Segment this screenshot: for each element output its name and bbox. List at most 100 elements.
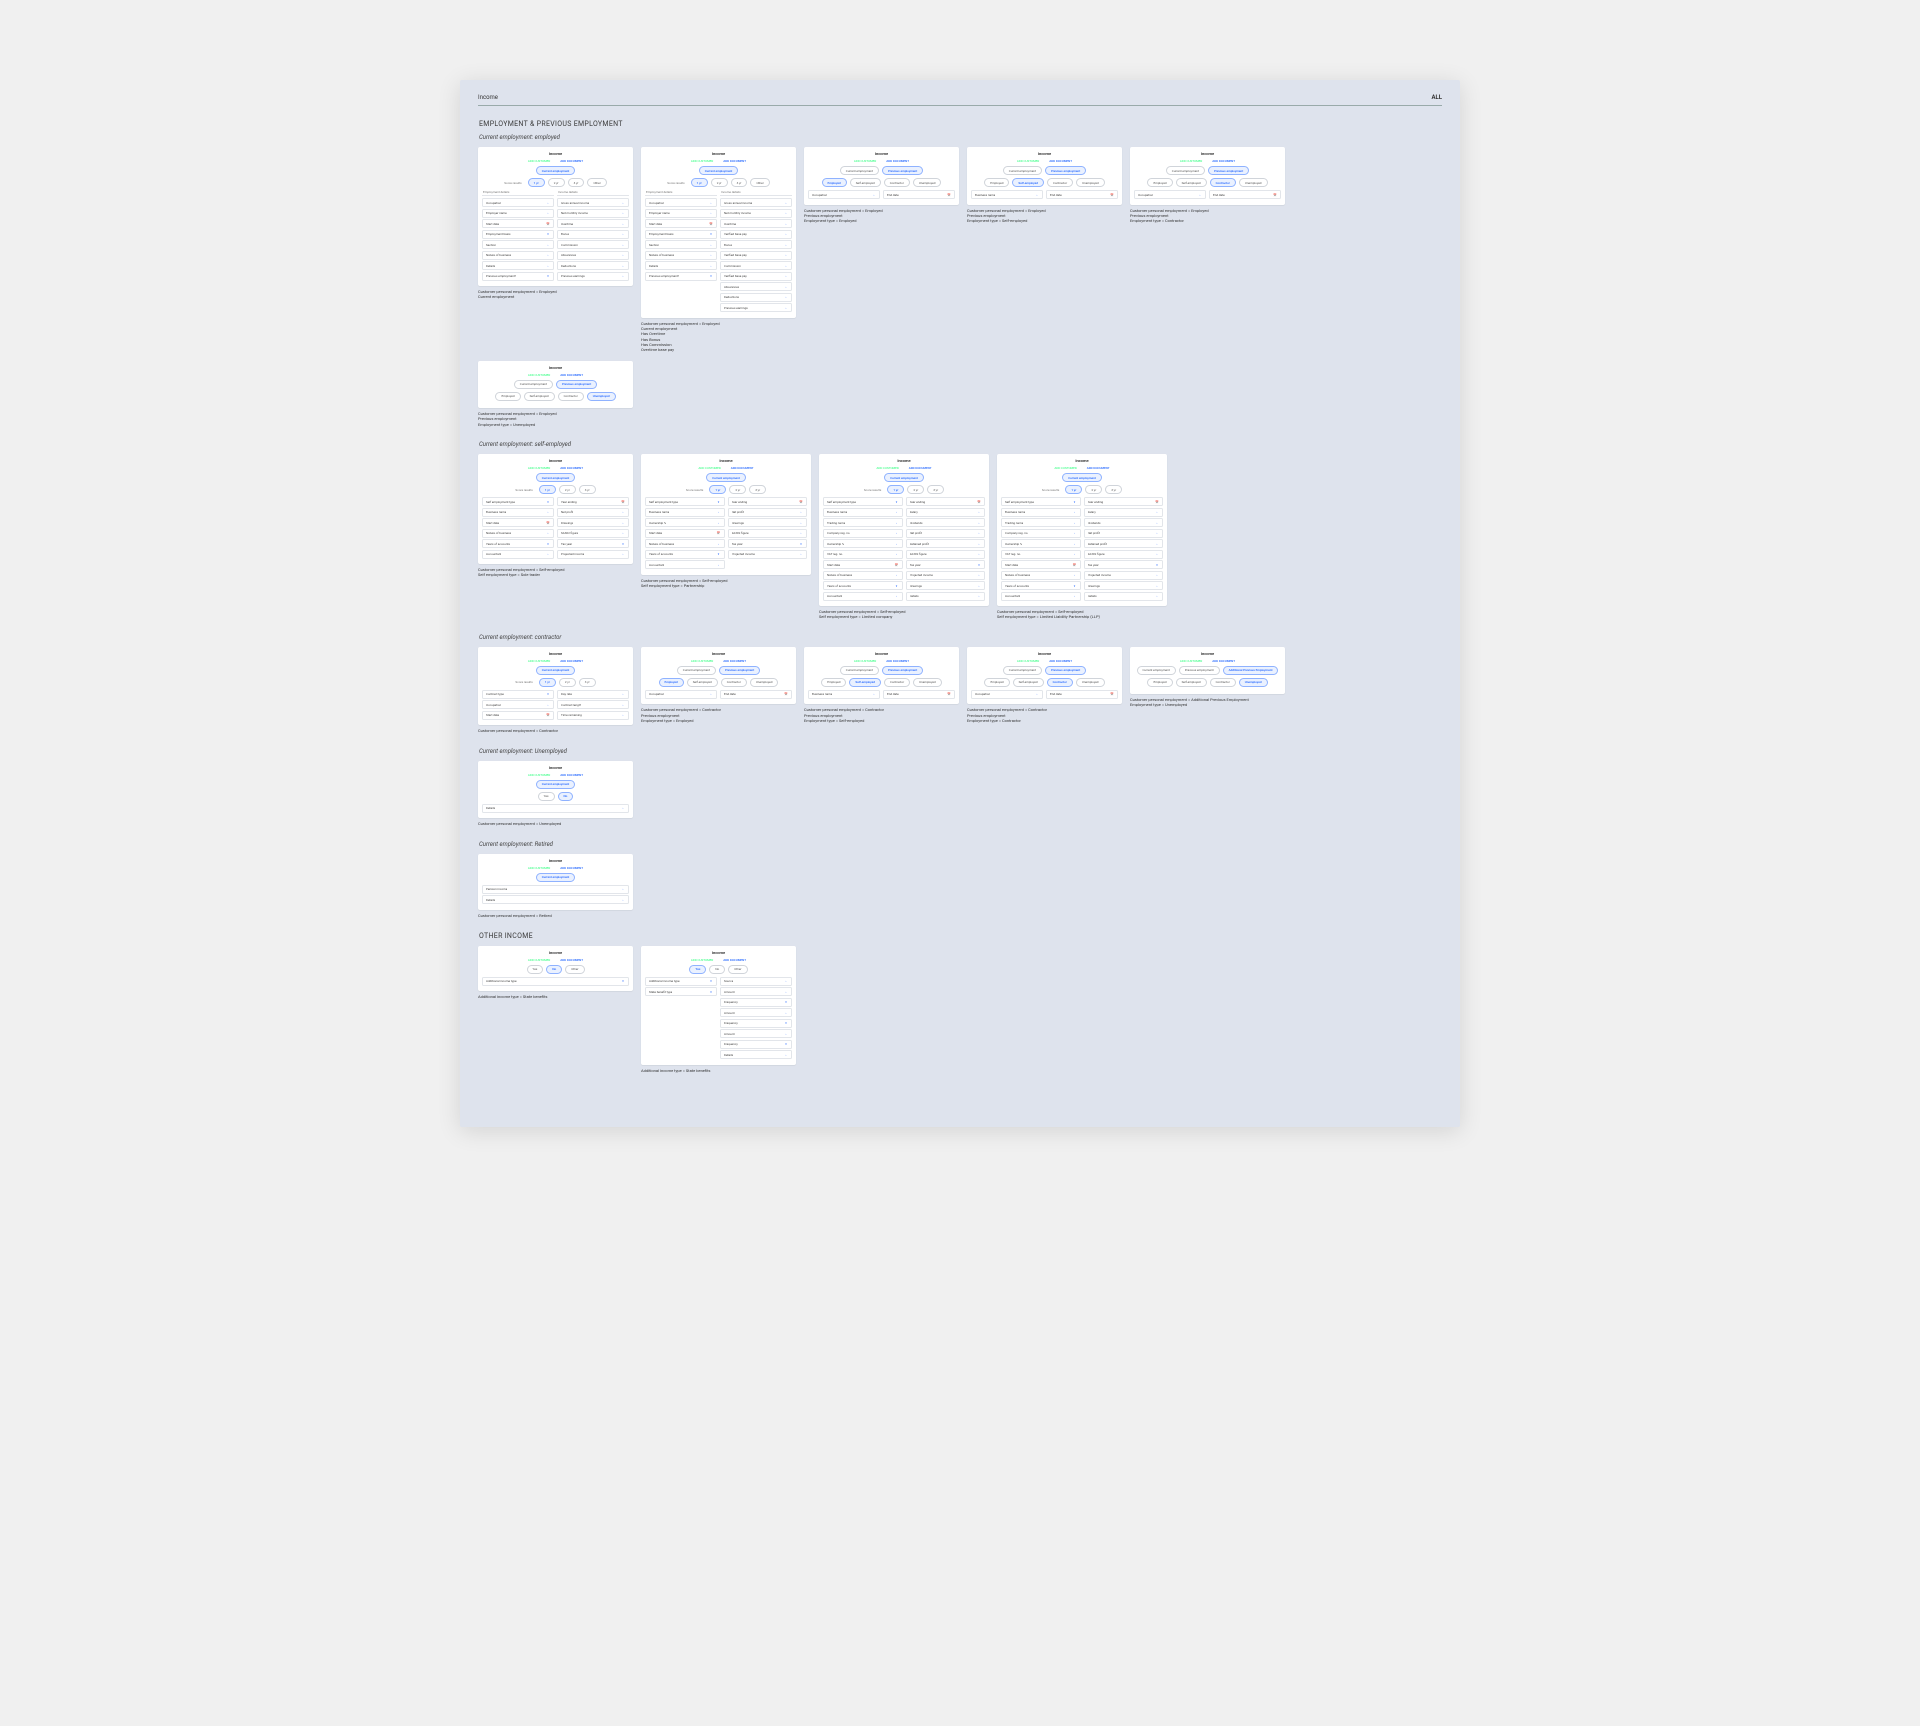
input[interactable]: Start date bbox=[823, 560, 903, 569]
input[interactable]: Details bbox=[482, 804, 629, 813]
input[interactable]: End date bbox=[1046, 190, 1118, 199]
input[interactable]: Ownership % bbox=[823, 539, 903, 548]
pill-3yr[interactable]: 3 yr bbox=[568, 178, 585, 187]
pill-no[interactable]: No bbox=[709, 965, 725, 974]
input[interactable]: Trading name bbox=[823, 518, 903, 527]
input[interactable]: Verified base pay bbox=[720, 251, 792, 260]
input[interactable]: Employment basis bbox=[645, 230, 717, 239]
input[interactable]: Occupation bbox=[645, 690, 717, 699]
input[interactable]: VAT reg. no. bbox=[1001, 550, 1081, 559]
pill-2yr[interactable]: 2 yr bbox=[711, 178, 728, 187]
input-bonus[interactable]: Bonus bbox=[557, 230, 629, 239]
input[interactable]: SA302 figure bbox=[906, 550, 986, 559]
pill-yes[interactable]: Yes bbox=[689, 965, 706, 974]
input[interactable]: Self employment type bbox=[645, 497, 725, 506]
input[interactable]: Accountant bbox=[645, 560, 725, 569]
input[interactable]: Amount bbox=[720, 1029, 792, 1038]
input[interactable]: Company reg. no. bbox=[1001, 529, 1081, 538]
input[interactable]: Accountant bbox=[823, 592, 903, 601]
pill-1yr[interactable]: 1 yr bbox=[691, 178, 708, 187]
input[interactable]: Business name bbox=[823, 508, 903, 517]
input[interactable]: Years of accounts bbox=[823, 581, 903, 590]
input[interactable]: Year ending bbox=[557, 497, 629, 506]
input[interactable]: Occupation bbox=[1134, 190, 1206, 199]
input[interactable]: End date bbox=[720, 690, 792, 699]
input[interactable]: VAT reg. no. bbox=[823, 550, 903, 559]
input[interactable]: Nature of business bbox=[645, 251, 717, 260]
input[interactable]: Years of accounts bbox=[1001, 581, 1081, 590]
input[interactable]: Drawings bbox=[1084, 581, 1164, 590]
input[interactable]: State benefit type bbox=[645, 987, 717, 996]
input[interactable]: Occupation bbox=[645, 198, 717, 207]
input[interactable]: Year ending bbox=[906, 497, 986, 506]
input[interactable]: Time remaining bbox=[557, 711, 629, 720]
pill-employed[interactable]: Employed bbox=[822, 178, 847, 187]
input[interactable]: Day rate bbox=[557, 690, 629, 699]
input[interactable]: Net profit bbox=[1084, 529, 1164, 538]
input-allowances[interactable]: Allowances bbox=[557, 251, 629, 260]
input[interactable]: Drawings bbox=[906, 581, 986, 590]
input[interactable]: Details bbox=[906, 592, 986, 601]
input[interactable]: Projected income bbox=[1084, 571, 1164, 580]
pill-current-employment[interactable]: Current employment bbox=[536, 166, 576, 175]
input[interactable]: Self employment type bbox=[482, 497, 554, 506]
input-section[interactable]: Section bbox=[482, 240, 554, 249]
input[interactable]: Accountant bbox=[482, 550, 554, 559]
input[interactable]: Details bbox=[1084, 592, 1164, 601]
pill-other[interactable]: Other bbox=[565, 965, 584, 974]
input[interactable]: Net profit bbox=[557, 508, 629, 517]
input[interactable]: Tax year bbox=[906, 560, 986, 569]
pill-2yr[interactable]: 2 yr bbox=[548, 178, 565, 187]
pill-other[interactable]: Other bbox=[728, 965, 747, 974]
input[interactable]: Nature of business bbox=[482, 529, 554, 538]
input[interactable]: Projected income bbox=[728, 550, 808, 559]
input[interactable]: Net monthly income bbox=[720, 209, 792, 218]
input-details[interactable]: Details bbox=[482, 261, 554, 270]
pill-contractor[interactable]: Contractor bbox=[884, 178, 910, 187]
input[interactable]: Self employment type bbox=[1001, 497, 1081, 506]
input[interactable]: Dividends bbox=[1084, 518, 1164, 527]
input[interactable]: Drawings bbox=[557, 518, 629, 527]
input[interactable]: Nature of business bbox=[1001, 571, 1081, 580]
input[interactable]: Business name bbox=[645, 508, 725, 517]
input[interactable]: Ownership % bbox=[645, 518, 725, 527]
input-prev-prompt[interactable]: Previous employment? bbox=[482, 272, 554, 281]
pill-other[interactable]: Other bbox=[750, 178, 769, 187]
input[interactable]: Allowances bbox=[720, 282, 792, 291]
input[interactable]: Business name bbox=[971, 190, 1043, 199]
input[interactable]: Salary bbox=[906, 508, 986, 517]
input[interactable]: Contract length bbox=[557, 700, 629, 709]
input[interactable]: Net profit bbox=[906, 529, 986, 538]
input[interactable]: Business name bbox=[482, 508, 554, 517]
input[interactable]: Frequency bbox=[720, 1040, 792, 1049]
input[interactable]: End date bbox=[883, 190, 955, 199]
input[interactable]: Bonus bbox=[720, 240, 792, 249]
input[interactable]: Source bbox=[720, 977, 792, 986]
input[interactable]: Start date bbox=[482, 711, 554, 720]
input[interactable]: Start date bbox=[1001, 560, 1081, 569]
input-prev-earn[interactable]: Previous earnings bbox=[557, 272, 629, 281]
input[interactable]: Tax year bbox=[728, 539, 808, 548]
input[interactable]: Frequency bbox=[720, 1019, 792, 1028]
input-employer[interactable]: Employer name bbox=[482, 209, 554, 218]
pill-3yr[interactable]: 3 yr bbox=[731, 178, 748, 187]
input[interactable]: Additional income type bbox=[482, 977, 629, 986]
input[interactable]: Trading name bbox=[1001, 518, 1081, 527]
input[interactable]: Retained profit bbox=[1084, 539, 1164, 548]
input[interactable]: Accountant bbox=[1001, 592, 1081, 601]
input[interactable]: Occupation bbox=[808, 190, 880, 199]
input[interactable]: Ownership % bbox=[1001, 539, 1081, 548]
input-net[interactable]: Net monthly income bbox=[557, 209, 629, 218]
input[interactable]: Frequency bbox=[720, 998, 792, 1007]
input[interactable]: Section bbox=[645, 240, 717, 249]
input[interactable]: Company reg. no. bbox=[823, 529, 903, 538]
input[interactable]: Tax year bbox=[1084, 560, 1164, 569]
pill-self[interactable]: Self-employed bbox=[850, 178, 881, 187]
input[interactable]: Previous earnings bbox=[720, 303, 792, 312]
input[interactable]: Gross annual income bbox=[720, 198, 792, 207]
input[interactable]: Start date bbox=[645, 529, 725, 538]
input[interactable]: Net profit bbox=[728, 508, 808, 517]
input[interactable]: Drawings bbox=[728, 518, 808, 527]
input-commission[interactable]: Commission bbox=[557, 240, 629, 249]
input[interactable]: End date bbox=[883, 690, 955, 699]
